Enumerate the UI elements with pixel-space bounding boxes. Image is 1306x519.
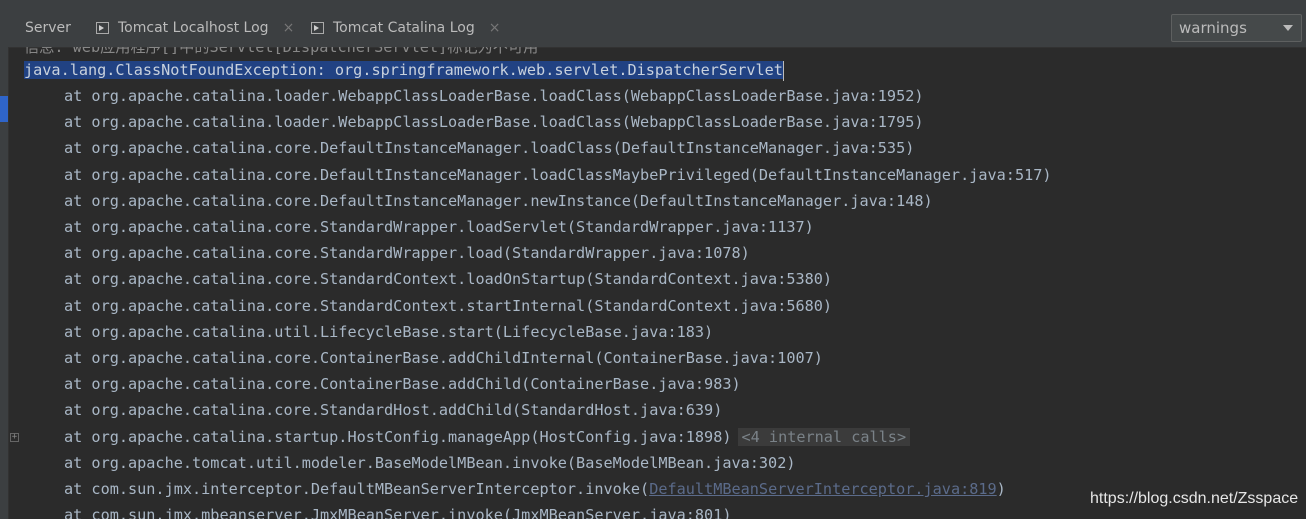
close-icon[interactable]: ×: [283, 20, 295, 36]
left-gutter: [0, 0, 9, 519]
filter-selected-value: warnings: [1179, 19, 1247, 37]
log-file-icon: [311, 22, 324, 34]
source-file-link[interactable]: DefaultMBeanServerInterceptor.java:819: [649, 480, 996, 498]
log-output[interactable]: 信息: web应用程序[]中的Servlet[DispatcherServlet…: [24, 47, 1306, 519]
tab-tomcat-localhost-log[interactable]: Tomcat Localhost Log ×: [96, 10, 294, 46]
log-file-icon: [96, 22, 109, 34]
stack-frame-line: at org.apache.catalina.core.ContainerBas…: [64, 349, 823, 367]
tab-tomcat-catalina-log[interactable]: Tomcat Catalina Log ×: [311, 10, 500, 46]
stack-frame-line: at org.apache.catalina.core.DefaultInsta…: [64, 191, 933, 210]
stack-frame-line: at org.apache.catalina.core.StandardWrap…: [64, 244, 750, 263]
stack-frame-line: at org.apache.tomcat.util.modeler.BaseMo…: [64, 453, 796, 472]
stack-frame-line: at com.sun.jmx.mbeanserver.JmxMBeanServe…: [64, 506, 732, 519]
tab-bar: Server Tomcat Localhost Log × Tomcat Cat…: [8, 0, 1306, 48]
exception-line: java.lang.ClassNotFoundException: org.sp…: [24, 57, 784, 83]
gutter-marker: [0, 96, 8, 122]
stack-frame-line: at org.apache.catalina.core.ContainerBas…: [64, 375, 741, 394]
close-icon[interactable]: ×: [489, 20, 501, 36]
text-caret: [782, 60, 784, 81]
expand-icon[interactable]: +: [10, 433, 19, 442]
tab-server-label: Server: [25, 20, 71, 36]
stack-frame-text: at org.apache.catalina.startup.HostConfi…: [64, 427, 732, 446]
stack-frame-suffix: ): [996, 480, 1006, 498]
tab-server[interactable]: Server: [25, 10, 71, 46]
stack-frame-line: at org.apache.catalina.core.DefaultInsta…: [64, 139, 915, 158]
watermark: https://blog.csdn.net/Zsspace: [1090, 490, 1299, 507]
stack-frame-line: at org.apache.catalina.startup.HostConfi…: [24, 424, 911, 450]
stack-frame-line: at com.sun.jmx.interceptor.DefaultMBeanS…: [24, 476, 1006, 502]
chevron-down-icon: [1283, 25, 1293, 31]
stack-frame-line: at org.apache.catalina.core.StandardHost…: [64, 401, 723, 420]
selected-exception-text: java.lang.ClassNotFoundException: org.sp…: [24, 61, 783, 79]
stack-frame-line: at org.apache.catalina.core.DefaultInsta…: [64, 165, 1052, 184]
stack-frame-line: at org.apache.catalina.core.StandardWrap…: [64, 218, 814, 236]
stack-frame-line: at org.apache.catalina.loader.WebappClas…: [64, 113, 924, 132]
stack-frame-line: at org.apache.catalina.core.StandardCont…: [64, 270, 833, 289]
tab-localhost-label: Tomcat Localhost Log: [118, 20, 269, 36]
stack-frame-line: at org.apache.catalina.core.StandardCont…: [64, 296, 833, 315]
stack-frame-line: at org.apache.catalina.loader.WebappClas…: [64, 87, 924, 105]
stack-frame-prefix: at com.sun.jmx.interceptor.DefaultMBeanS…: [64, 480, 650, 498]
stack-frame-line: at org.apache.catalina.util.LifecycleBas…: [64, 322, 714, 341]
tab-catalina-label: Tomcat Catalina Log: [333, 20, 475, 36]
internal-calls-fold[interactable]: <4 internal calls>: [737, 427, 911, 446]
log-level-filter-select[interactable]: warnings: [1171, 14, 1302, 42]
